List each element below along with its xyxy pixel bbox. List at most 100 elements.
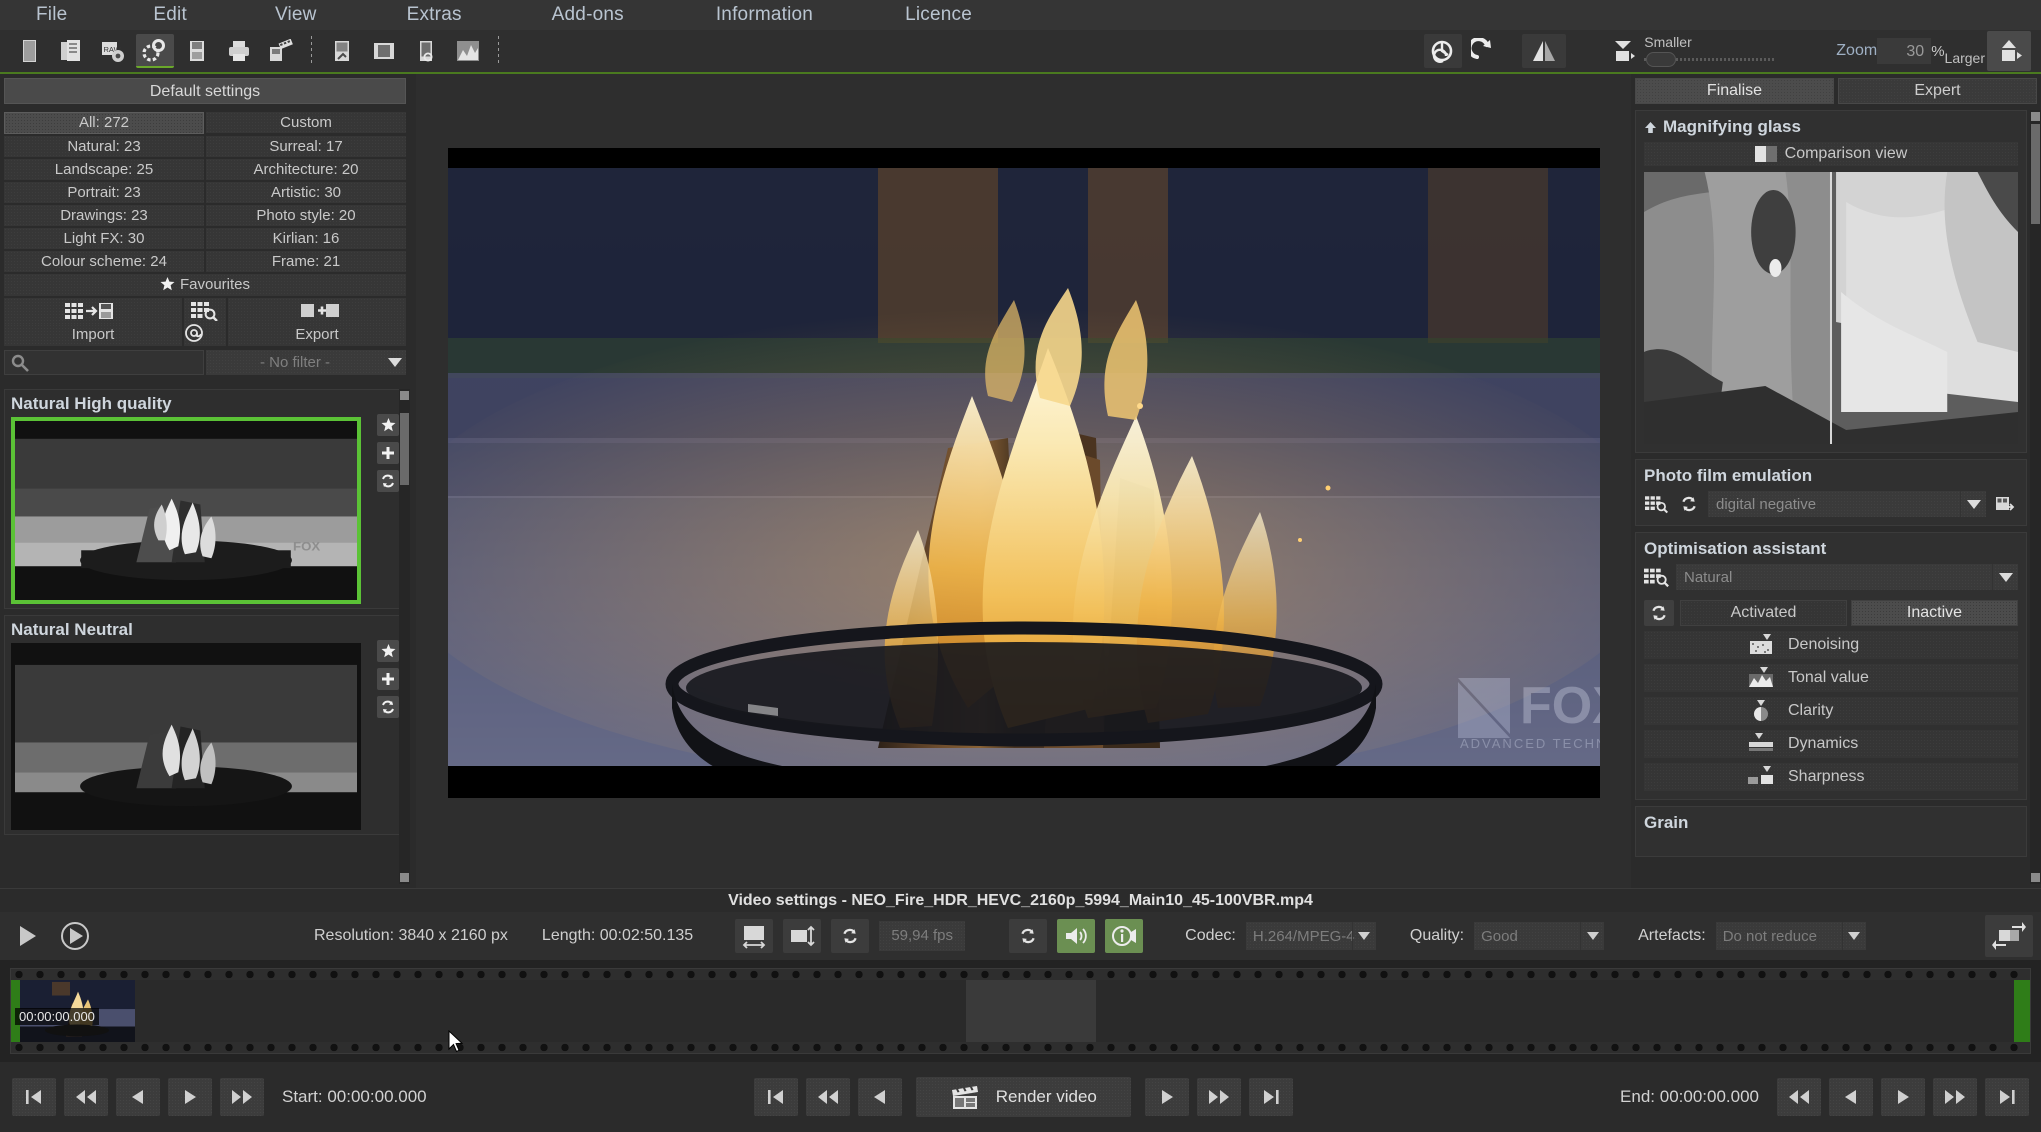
fast-forward-start-button[interactable] (220, 1078, 264, 1116)
timeline-clip[interactable]: 00:00:00.000 (11, 980, 135, 1042)
category-kirlian[interactable]: Kirlian: 16 (206, 228, 406, 249)
optimisation-browse-icon[interactable] (1644, 564, 1670, 590)
zoom-input[interactable]: 30 (1877, 38, 1932, 64)
menu-item-information[interactable]: Information (702, 0, 827, 30)
optimisation-preset-dropdown[interactable]: Natural (1676, 564, 2018, 590)
tab-expert[interactable]: Expert (1838, 78, 2037, 104)
step-back-start-button[interactable] (116, 1078, 160, 1116)
scroll-down-icon[interactable] (2031, 873, 2040, 882)
step-back-button[interactable] (857, 1078, 902, 1116)
scrollbar-thumb[interactable] (2031, 124, 2040, 224)
optimisation-reset-icon[interactable] (1644, 600, 1674, 626)
step-forward-start-button[interactable] (168, 1078, 212, 1116)
jump-last-frame-button[interactable] (1248, 1078, 1293, 1116)
artefacts-dropdown[interactable]: Do not reduce (1715, 922, 1866, 950)
mirror-icon[interactable] (1522, 34, 1567, 68)
settings-gears-icon[interactable] (136, 34, 174, 68)
audio-reset-button[interactable] (1009, 919, 1048, 953)
film-strip[interactable]: 00:00:00.000 (10, 968, 2031, 1054)
category-artistic[interactable]: Artistic: 30 (206, 182, 406, 203)
chevron-down-icon[interactable] (1960, 491, 1986, 517)
preset-thumbnail[interactable] (11, 643, 361, 830)
effects-scrollbar[interactable] (2030, 110, 2041, 884)
chevron-down-icon[interactable] (1841, 922, 1866, 950)
effect-dynamics[interactable]: Dynamics (1644, 730, 2018, 758)
preset-favourite-icon[interactable] (377, 640, 399, 662)
preset-thumbnail[interactable]: FOX (11, 417, 361, 604)
timeline-placeholder[interactable] (966, 980, 1096, 1042)
rewind-end-button[interactable] (1777, 1078, 1822, 1116)
category-photo-style[interactable]: Photo style: 20 (206, 205, 406, 226)
category-all[interactable]: All: 272 (4, 112, 204, 134)
toggle-inactive[interactable]: Inactive (1851, 600, 2018, 626)
chevron-down-icon[interactable] (1580, 922, 1604, 950)
scroll-up-icon[interactable] (400, 391, 409, 400)
chevron-down-icon[interactable] (1992, 564, 2018, 590)
scrollbar-thumb[interactable] (400, 413, 409, 485)
new-document-icon[interactable] (10, 34, 48, 68)
import-label[interactable]: Import (4, 324, 182, 346)
preset-reset-icon[interactable] (377, 470, 399, 492)
category-portrait[interactable]: Portrait: 23 (4, 182, 204, 203)
scroll-up-icon[interactable] (2031, 112, 2040, 121)
rotate-reset-icon[interactable] (1424, 34, 1463, 68)
category-colour-scheme[interactable]: Colour scheme: 24 (4, 251, 204, 272)
category-drawings[interactable]: Drawings: 23 (4, 205, 204, 226)
go-to-start-button[interactable] (12, 1078, 56, 1116)
tab-finalise[interactable]: Finalise (1635, 78, 1834, 104)
category-surreal[interactable]: Surreal: 17 (206, 136, 406, 157)
search-input[interactable] (4, 350, 204, 375)
step-forward-end-button[interactable] (1881, 1078, 1926, 1116)
filter-dropdown[interactable]: - No filter - (206, 350, 406, 375)
toggle-activated[interactable]: Activated (1680, 600, 1847, 626)
preset-add-icon[interactable] (377, 442, 399, 464)
raw-import-icon[interactable]: RAW (94, 34, 132, 68)
category-custom[interactable]: Custom (206, 112, 406, 133)
fps-reset-button[interactable] (831, 919, 870, 953)
menu-item-addons[interactable]: Add-ons (538, 0, 638, 30)
clip-end-marker[interactable] (2014, 980, 2030, 1042)
play-all-button[interactable] (56, 919, 94, 953)
effect-tonal-value[interactable]: Tonal value (1644, 664, 2018, 692)
chevron-down-icon[interactable] (1351, 922, 1376, 950)
menu-item-edit[interactable]: Edit (139, 0, 201, 30)
menu-item-view[interactable]: View (261, 0, 331, 30)
category-frame[interactable]: Frame: 21 (206, 251, 406, 272)
effect-clarity[interactable]: Clarity (1644, 697, 2018, 725)
video-larger-icon[interactable] (1987, 31, 2031, 71)
video-preview[interactable]: FOX ADVANCED TECHNOLOGY LAB (447, 148, 1600, 798)
batch-film-icon[interactable] (262, 34, 300, 68)
zoom-slider[interactable] (1644, 50, 1777, 68)
quality-dropdown[interactable]: Good (1474, 922, 1605, 950)
favourites-button[interactable]: Favourites (4, 274, 406, 296)
menu-item-licence[interactable]: Licence (891, 0, 986, 30)
menu-item-extras[interactable]: Extras (393, 0, 476, 30)
menu-item-file[interactable]: File (22, 0, 81, 30)
fast-forward-end-button[interactable] (1933, 1078, 1978, 1116)
effect-denoising[interactable]: Denoising (1644, 631, 2018, 659)
default-settings-button[interactable]: Default settings (4, 78, 406, 104)
import-presets-icon[interactable] (4, 298, 182, 324)
category-natural[interactable]: Natural: 23 (4, 136, 204, 157)
video-smaller-icon[interactable] (1604, 34, 1642, 68)
step-forward-button[interactable] (1144, 1078, 1189, 1116)
play-preview-button[interactable] (8, 919, 46, 953)
open-documents-icon[interactable] (52, 34, 90, 68)
collapse-arrow-icon[interactable] (1644, 121, 1657, 134)
film-reset-icon[interactable] (1676, 491, 1702, 517)
browse-presets-icon[interactable] (184, 298, 226, 324)
redo-icon[interactable] (1466, 34, 1504, 68)
rewind-button[interactable] (805, 1078, 850, 1116)
category-light-fx[interactable]: Light FX: 30 (4, 228, 204, 249)
magnifier-preview[interactable] (1644, 172, 2018, 444)
preset-item-natural-high-quality[interactable]: Natural High quality FOX (4, 389, 406, 609)
codec-dropdown[interactable]: H.264/MPEG-4 (1245, 922, 1376, 950)
film-apply-icon[interactable] (1992, 491, 2018, 517)
compare-images-icon[interactable] (365, 34, 403, 68)
video-info-button[interactable] (1105, 919, 1144, 953)
audio-toggle-button[interactable] (1057, 919, 1096, 953)
scroll-down-icon[interactable] (400, 873, 409, 882)
effect-sharpness[interactable]: Sharpness (1644, 763, 2018, 791)
width-fit-button[interactable] (735, 919, 774, 953)
preset-add-icon[interactable] (377, 668, 399, 690)
